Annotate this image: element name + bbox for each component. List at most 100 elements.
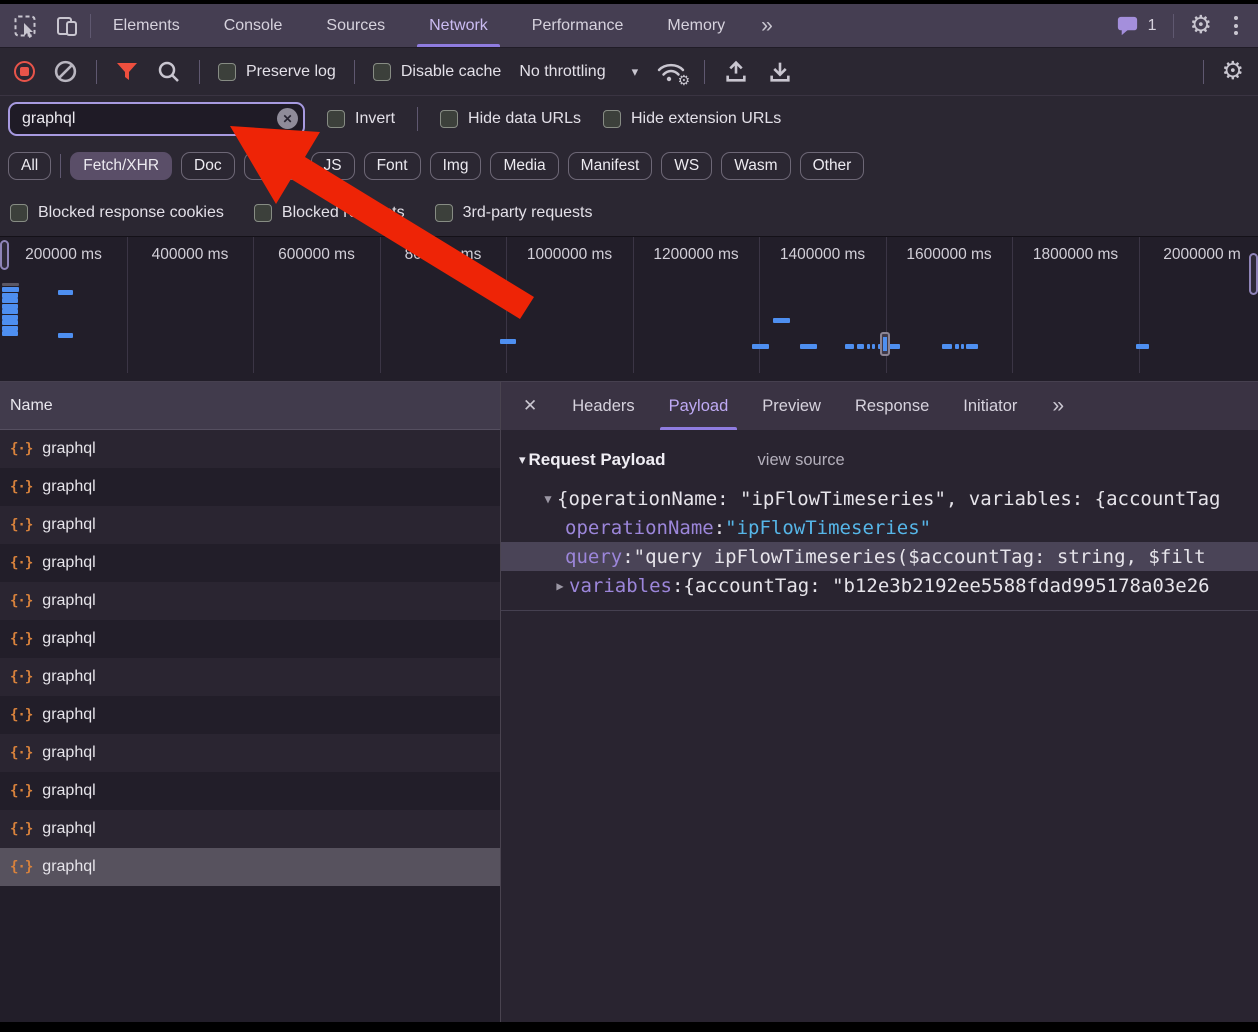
request-row[interactable]: {·}graphql	[0, 582, 500, 620]
export-har-icon[interactable]	[767, 59, 793, 84]
checkbox[interactable]	[435, 204, 453, 222]
hide-extension-urls-checkbox[interactable]: Hide extension URLs	[603, 110, 781, 128]
settings-gear-icon[interactable]: ⚙	[1190, 13, 1212, 38]
request-name: graphql	[42, 706, 95, 724]
request-row[interactable]: {·} graphql	[0, 696, 500, 734]
timeline-selection-marker[interactable]	[880, 332, 890, 356]
filter-chip-all[interactable]: All	[8, 152, 51, 180]
request-timing-bar	[2, 315, 18, 320]
hide-data-urls-checkbox[interactable]: Hide data URLs	[440, 110, 581, 128]
detail-tab-initiator[interactable]: Initiator	[946, 382, 1034, 430]
close-detail-icon[interactable]: ✕	[509, 382, 551, 430]
payload-row-query[interactable]: query: "query ipFlowTimeseries($accountT…	[501, 542, 1258, 571]
request-row[interactable]: {·}graphql	[0, 430, 500, 468]
throttling-dropdown[interactable]: No throttling ▾	[519, 63, 638, 81]
view-source-link[interactable]: view source	[758, 451, 845, 470]
checkbox[interactable]	[10, 204, 28, 222]
request-row[interactable]: {·}graphql	[0, 734, 500, 772]
tab-performance[interactable]: Performance	[510, 4, 646, 47]
checkbox[interactable]	[373, 63, 391, 81]
blocked-response-cookies-checkbox[interactable]: Blocked response cookies	[10, 204, 224, 222]
blocked-requests-checkbox[interactable]: Blocked requests	[254, 204, 405, 222]
colon: :	[672, 575, 683, 597]
payload-key: query	[565, 546, 622, 568]
timeline-tick-label: 1800000 ms	[1012, 246, 1139, 264]
tab-network[interactable]: Network	[407, 4, 510, 47]
filter-chip-other[interactable]: Other	[800, 152, 865, 180]
timeline-right-grip[interactable]	[1249, 253, 1258, 295]
filter-chip-ws[interactable]: WS	[661, 152, 712, 180]
inspect-element-icon[interactable]	[12, 13, 38, 39]
request-row[interactable]: {·}graphql	[0, 620, 500, 658]
network-overview-timeline: 200000 ms400000 ms600000 ms800000 ms1000…	[0, 236, 1258, 382]
search-icon[interactable]	[157, 60, 181, 84]
network-settings-gear-icon[interactable]: ⚙	[1222, 59, 1244, 84]
tab-memory[interactable]: Memory	[645, 4, 747, 47]
caret-down-icon[interactable]: ▼	[539, 492, 557, 506]
payload-row-variables[interactable]: ▶ variables: {accountTag: "b12e3b2192ee5…	[501, 571, 1258, 600]
section-caret-icon[interactable]: ▾	[519, 452, 526, 468]
timeline-tick-label: 1000000 ms	[506, 246, 633, 264]
toolbar-separator	[1203, 60, 1204, 84]
checkbox[interactable]	[440, 110, 458, 128]
disable-cache-checkbox[interactable]: Disable cache	[373, 63, 502, 81]
blocked-response-cookies-label: Blocked response cookies	[38, 204, 224, 222]
tab-console[interactable]: Console	[202, 4, 305, 47]
more-tabs-icon[interactable]: »	[747, 4, 787, 47]
filter-chip-img[interactable]: Img	[430, 152, 482, 180]
detail-tab-payload[interactable]: Payload	[652, 382, 746, 430]
request-row[interactable]: {·}graphql	[0, 810, 500, 848]
filter-chip-doc[interactable]: Doc	[181, 152, 235, 180]
device-toolbar-icon[interactable]	[54, 13, 80, 39]
detail-tab-response[interactable]: Response	[838, 382, 946, 430]
filter-chip-font[interactable]: Font	[364, 152, 421, 180]
clear-network-log-icon[interactable]	[53, 59, 78, 84]
checkbox[interactable]	[603, 110, 621, 128]
tab-sources[interactable]: Sources	[304, 4, 407, 47]
3rd-party-requests-checkbox[interactable]: 3rd-party requests	[435, 204, 593, 222]
fetch-xhr-icon: {·}	[10, 707, 32, 723]
checkbox[interactable]	[254, 204, 272, 222]
detail-tab-headers[interactable]: Headers	[555, 382, 651, 430]
issues-counter[interactable]: 1	[1115, 13, 1157, 38]
request-detail-pane: ✕ HeadersPayloadPreviewResponseInitiator…	[501, 382, 1258, 1022]
clear-filter-icon[interactable]: ✕	[277, 108, 298, 129]
request-row[interactable]: {·}graphql	[0, 506, 500, 544]
filter-input[interactable]	[8, 102, 305, 136]
timeline-left-grip[interactable]	[0, 240, 9, 270]
payload-root-row[interactable]: ▼ {operationName: "ipFlowTimeseries", va…	[501, 484, 1258, 513]
payload-row-operation-name[interactable]: operationName: "ipFlowTimeseries"	[501, 513, 1258, 542]
preserve-log-checkbox[interactable]: Preserve log	[218, 63, 336, 81]
invert-checkbox[interactable]: Invert	[327, 110, 395, 128]
network-conditions-icon[interactable]: ⚙	[656, 61, 686, 83]
request-row[interactable]: {·}graphql	[0, 848, 500, 886]
tab-elements[interactable]: Elements	[91, 4, 202, 47]
request-row[interactable]: {·}graphql	[0, 658, 500, 696]
colon: :	[714, 517, 725, 539]
timeline-grid-line	[380, 237, 381, 373]
caret-right-icon[interactable]: ▶	[551, 579, 569, 593]
checkbox[interactable]	[327, 110, 345, 128]
request-name: graphql	[42, 592, 95, 610]
record-network-log-button[interactable]	[14, 61, 35, 82]
filter-chip-fetch-xhr[interactable]: Fetch/XHR	[70, 152, 172, 180]
detail-tab-preview[interactable]: Preview	[745, 382, 838, 430]
filter-chip-wasm[interactable]: Wasm	[721, 152, 790, 180]
chips-separator	[60, 154, 61, 178]
request-row[interactable]: {·}graphql	[0, 544, 500, 582]
request-row[interactable]: {·}graphql	[0, 468, 500, 506]
name-column-header[interactable]: Name	[0, 382, 500, 430]
filter-chip-media[interactable]: Media	[490, 152, 558, 180]
kebab-menu-icon[interactable]	[1228, 12, 1244, 39]
request-type-filters: All Fetch/XHR Doc CSS JS Font Img Media Manifest…	[0, 142, 1258, 190]
more-detail-tabs-icon[interactable]: »	[1038, 382, 1078, 430]
import-har-icon[interactable]	[723, 59, 749, 84]
filter-chip-css[interactable]: CSS	[244, 152, 302, 180]
filter-chip-js[interactable]: JS	[311, 152, 355, 180]
toolbar-separator	[704, 60, 705, 84]
checkbox[interactable]	[218, 63, 236, 81]
filter-funnel-icon[interactable]	[115, 60, 139, 83]
issues-bubble-icon	[1115, 13, 1140, 38]
filter-chip-manifest[interactable]: Manifest	[568, 152, 653, 180]
request-row[interactable]: {·}graphql	[0, 772, 500, 810]
